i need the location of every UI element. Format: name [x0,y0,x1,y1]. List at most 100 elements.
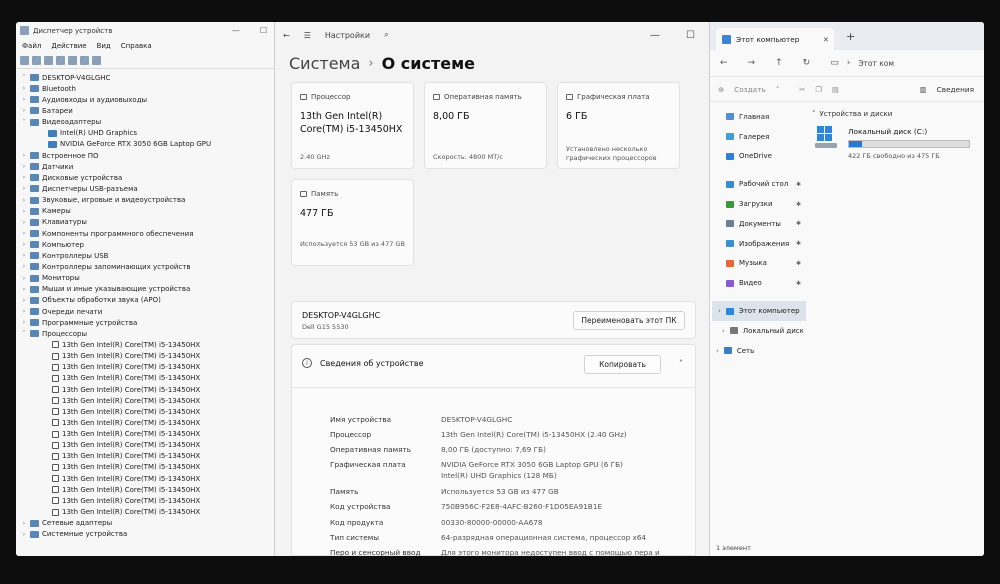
processor-item[interactable]: 13th Gen Intel(R) Core(TM) i5-13450HX [20,395,277,406]
device-category[interactable]: ˅ Процессоры [20,328,277,339]
pin-icon[interactable]: ✱ [796,260,801,267]
nav-item[interactable]: Главная [710,107,806,127]
processor-item[interactable]: 13th Gen Intel(R) Core(TM) i5-13450HX [20,351,277,362]
copy-icon[interactable]: ❐ [815,85,822,94]
chevron-up-icon[interactable]: ˄ [679,359,683,368]
expand-icon[interactable]: › [20,197,28,204]
copy-button[interactable]: Копировать [584,355,661,374]
device-category[interactable]: › Сетевые адаптеры [20,518,277,529]
processor-item[interactable]: 13th Gen Intel(R) Core(TM) i5-13450HX [20,451,277,462]
device-category[interactable]: › Контроллеры USB [20,250,277,261]
pin-icon[interactable]: ✱ [796,201,801,208]
processor-item[interactable]: 13th Gen Intel(R) Core(TM) i5-13450HX [20,462,277,473]
pin-icon[interactable]: ✱ [796,240,801,247]
nav-item[interactable]: Загрузки ✱ [710,194,806,214]
device-category[interactable]: › Очереди печати [20,306,277,317]
forward-icon[interactable] [32,56,41,65]
back-icon[interactable] [20,56,29,65]
collapse-icon[interactable]: ˅ [20,74,28,81]
nav-item[interactable]: Галерея [710,127,806,147]
search-icon[interactable]: ⌕ [384,30,388,40]
details-icon[interactable]: ▥ [920,85,927,94]
nav-item[interactable]: › Сеть [710,341,806,361]
nav-item[interactable]: › Этот компьютер [710,301,806,321]
expand-icon[interactable]: › [20,520,28,527]
scan-hardware-icon[interactable] [80,56,89,65]
cut-icon[interactable]: ✂ [799,85,805,94]
processor-item[interactable]: 13th Gen Intel(R) Core(TM) i5-13450HX [20,406,277,417]
expand-icon[interactable]: › [20,297,28,304]
device-category[interactable]: › Компьютер [20,239,277,250]
minimize-icon[interactable]: — [650,30,660,41]
chevron-right-icon[interactable]: › [722,327,725,335]
processor-item[interactable]: 13th Gen Intel(R) Core(TM) i5-13450HX [20,440,277,451]
back-arrow-icon[interactable]: ← [283,31,290,40]
address-bar[interactable]: Этот ком [858,59,894,68]
expand-icon[interactable]: › [20,531,28,538]
processor-item[interactable]: 13th Gen Intel(R) Core(TM) i5-13450HX [20,495,277,506]
expand-icon[interactable]: › [20,275,28,282]
expand-icon[interactable]: › [20,208,28,215]
maximize-icon[interactable]: ☐ [686,30,695,41]
expand-icon[interactable]: › [20,286,28,293]
nav-item[interactable]: Рабочий стол ✱ [710,174,806,194]
device-category[interactable]: › Программные устройства [20,317,277,328]
new-tab-icon[interactable]: + [846,30,855,43]
details-button[interactable]: Сведения [937,85,974,94]
chevron-down-icon[interactable]: ˅ [776,85,780,94]
nav-item[interactable]: OneDrive [710,147,806,167]
device-category[interactable]: › Звуковые, игровые и видеоустройства [20,195,277,206]
processor-item[interactable]: 13th Gen Intel(R) Core(TM) i5-13450HX [20,362,277,373]
expand-icon[interactable]: › [20,263,28,270]
breadcrumb-parent[interactable]: Система [289,54,360,73]
processor-item[interactable]: 13th Gen Intel(R) Core(TM) i5-13450HX [20,417,277,428]
hamburger-menu-icon[interactable]: ☰ [304,31,311,40]
up-arrow-icon[interactable]: ↑ [775,58,783,68]
collapse-icon[interactable]: ˅ [20,330,28,337]
processor-item[interactable]: 13th Gen Intel(R) Core(TM) i5-13450HX [20,429,277,440]
ram-card[interactable]: Оперативная память 8,00 ГБ Скорость: 480… [424,82,547,169]
expand-icon[interactable]: › [20,174,28,181]
processor-item[interactable]: 13th Gen Intel(R) Core(TM) i5-13450HX [20,484,277,495]
expand-icon[interactable]: › [20,319,28,326]
device-category[interactable]: › Аудиовходы и аудиовыходы [20,94,277,105]
expand-icon[interactable]: › [20,252,28,259]
drive-name[interactable]: Локальный диск (C:) [848,127,927,136]
expand-icon[interactable]: › [20,185,28,192]
device-category[interactable]: › Датчики [20,161,277,172]
video-adapter-item[interactable]: NVIDIA GeForce RTX 3050 6GB Laptop GPU [20,139,277,150]
device-category[interactable]: › Встроенное ПО [20,150,277,161]
video-adapter-item[interactable]: Intel(R) UHD Graphics [20,128,277,139]
storage-card[interactable]: Память 477 ГБ Используется 53 GB из 477 … [291,179,414,266]
help-icon[interactable] [56,56,65,65]
collapse-icon[interactable]: ˅ [20,119,28,126]
properties-icon[interactable] [44,56,53,65]
device-category[interactable]: › Bluetooth [20,83,277,94]
expand-icon[interactable]: › [20,308,28,315]
refresh-icon[interactable]: ↻ [803,58,811,68]
menu-action[interactable]: Действие [51,42,86,50]
nav-item[interactable]: Музыка ✱ [710,254,806,274]
device-category[interactable]: › Контроллеры запоминающих устройств [20,261,277,272]
chevron-right-icon[interactable]: › [716,347,719,355]
gpu-card[interactable]: Графическая плата 6 ГБ Установлено неско… [557,82,680,169]
pin-icon[interactable]: ✱ [796,181,801,188]
paste-icon[interactable]: ▤ [832,85,839,94]
device-category[interactable]: › Мыши и иные указывающие устройства [20,284,277,295]
rename-pc-button[interactable]: Переименовать этот ПК [573,311,685,330]
device-category[interactable]: › Мониторы [20,273,277,284]
minimize-icon[interactable]: — [232,26,240,35]
processor-item[interactable]: 13th Gen Intel(R) Core(TM) i5-13450HX [20,384,277,395]
chevron-right-icon[interactable]: › [718,307,721,315]
nav-item[interactable]: Документы ✱ [710,214,806,234]
expand-icon[interactable]: › [20,241,28,248]
nav-item[interactable]: › Локальный диск [710,321,806,341]
expand-icon[interactable]: › [20,85,28,92]
nav-item[interactable]: Изображения ✱ [710,234,806,254]
expand-icon[interactable]: › [20,107,28,114]
expand-icon[interactable]: › [20,152,28,159]
expand-icon[interactable]: › [20,219,28,226]
forward-arrow-icon[interactable]: → [748,58,756,68]
device-category[interactable]: › Компоненты программного обеспечения [20,228,277,239]
device-category[interactable]: › Объекты обработки звука (APO) [20,295,277,306]
